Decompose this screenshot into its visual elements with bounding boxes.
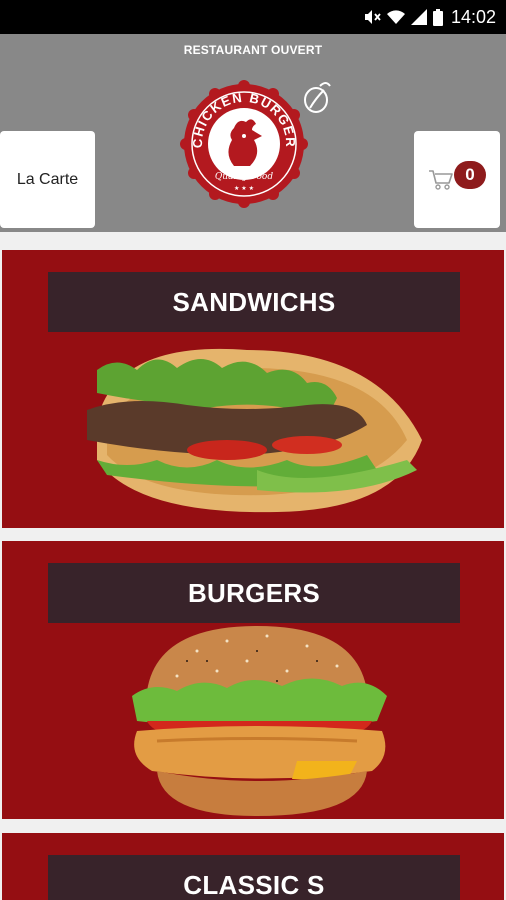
cart-button[interactable]: 0 [414,131,500,228]
app-header: RESTAURANT OUVERT CHICKEN BURGER Quality… [0,34,506,232]
logo-stars: ★ ★ ★ [234,185,254,192]
category-card-classics[interactable]: CLASSIC S [2,833,504,900]
chicken-burger-logo: CHICKEN BURGER Quality Food ★ ★ ★ [180,80,308,208]
sandwich-photo [87,348,422,513]
category-title: BURGERS [48,563,460,623]
cart-icon [429,170,453,190]
wifi-icon [386,10,405,24]
la-carte-button[interactable]: La Carte [0,131,95,228]
category-title: CLASSIC S [48,855,460,900]
signal-icon [410,9,427,25]
category-card-burgers[interactable]: BURGERS [2,541,504,819]
la-carte-label: La Carte [16,170,79,188]
restaurant-status: RESTAURANT OUVERT [183,43,323,57]
category-card-sandwichs[interactable]: SANDWICHS [2,250,504,528]
battery-icon [432,8,443,26]
status-icons: 14:02 [363,6,496,28]
status-bar: 14:02 [0,0,506,34]
category-title: SANDWICHS [48,272,460,332]
mute-icon [364,10,381,24]
burger-photo [132,626,387,816]
logo-tagline: Quality Food [215,172,273,182]
status-time: 14:02 [450,6,496,27]
leaf-icon [304,82,331,113]
cart-count-badge: 0 [454,161,486,189]
